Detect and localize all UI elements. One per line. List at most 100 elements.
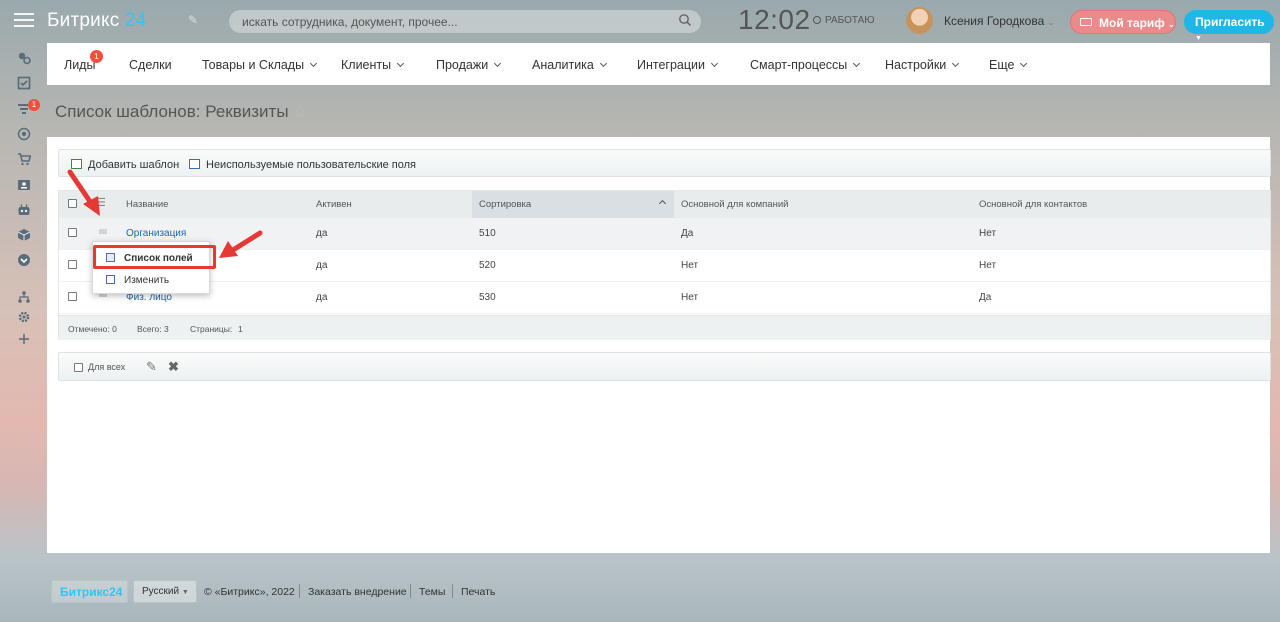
logo[interactable]: Битрикс 24 [47,10,146,32]
chevron-down-icon [1020,59,1028,68]
menu-item-deals[interactable]: Сделки [129,58,172,72]
chevron-down-icon [310,59,318,68]
plus-icon[interactable] [17,332,31,346]
row-checkbox[interactable] [68,292,77,301]
search-input[interactable]: искать сотрудника, документ, прочее... [229,10,701,33]
divider [410,584,411,598]
row-name-link[interactable]: Организация [126,228,186,239]
chevron-down-icon [952,59,960,68]
feed-icon[interactable] [17,51,31,65]
header-sort[interactable]: Сортировка [479,199,531,210]
grid-footer: Отмечено: 0 Всего: 3 Страницы: 1 [59,315,1270,340]
search-icon[interactable] [678,13,692,27]
delete-icon[interactable]: ✖ [168,359,179,375]
order-link[interactable]: Заказать внедрение [308,586,407,598]
language-label: Русский [142,586,180,597]
caret-down-icon: ▼ [1195,35,1202,42]
caret-down-icon: ▼ [181,589,189,596]
top-menu: Лиды Сделки Товары и Склады Клиенты Прод… [47,43,1270,85]
language-select[interactable]: Русский ▼ [133,580,197,603]
chevron-down-icon [397,59,405,68]
cart-icon[interactable] [17,152,31,166]
gear-icon[interactable] [17,310,31,324]
top-bar: Битрикс 24 ✎ искать сотрудника, документ… [0,0,1280,43]
themes-link[interactable]: Темы [419,586,445,598]
tasks-icon[interactable] [17,76,31,90]
hamburger-icon[interactable] [14,13,34,29]
fields-icon [189,159,200,169]
menu-label: Еще [989,58,1015,72]
menu-label: Смарт-процессы [750,58,848,72]
row-actions-icon[interactable] [99,229,107,234]
invite-label: Пригласить [1195,15,1265,29]
toolbar: Добавить шаблон Неиспользуемые пользоват… [58,149,1271,177]
menu-label: Продажи [436,58,489,72]
row-contact-default: Нет [979,260,997,271]
logo-text: Битрикс [47,10,120,31]
row-checkbox[interactable] [68,228,77,237]
unused-fields-button[interactable]: Неиспользуемые пользовательские поля [189,158,416,171]
logo-number: 24 [124,10,147,31]
avatar[interactable] [906,7,933,34]
tariff-label: Мой тариф [1099,16,1165,30]
copyright: © «Битрикс», 2022 [204,586,295,598]
structure-icon[interactable] [17,290,31,304]
group-actions-bar: Для всех ✎ ✖ [58,352,1271,381]
chevron-down-icon: ⌄ [1168,20,1175,29]
edit-menu-item[interactable]: Изменить [106,274,169,286]
unused-fields-label: Неиспользуемые пользовательские поля [206,159,417,171]
row-active: да [316,292,328,303]
target-icon[interactable] [17,127,31,141]
pencil-icon[interactable]: ✎ [188,13,198,27]
header-name[interactable]: Название [126,199,168,210]
row-contact-default: Нет [979,228,997,239]
sort-asc-icon [658,199,667,208]
search-placeholder: искать сотрудника, документ, прочее... [242,15,458,29]
box-icon[interactable] [17,228,31,242]
menu-item-smart-processes[interactable]: Смарт-процессы [750,58,861,72]
work-status[interactable]: РАБОТАЮ [813,15,874,26]
divider [299,584,300,598]
for-all-label: Для всех [88,362,126,372]
table-row[interactable]: Физ. лицо да 530 Нет Да [59,282,1270,314]
menu-item-integrations[interactable]: Интеграции [637,58,719,72]
annotation-highlight-box [93,245,216,269]
contact-card-icon[interactable] [17,178,31,192]
menu-item-settings[interactable]: Настройки [885,58,960,72]
chevron-down-icon [853,59,861,68]
menu-item-goods[interactable]: Товары и Склады [202,58,318,72]
for-all-checkbox[interactable] [74,363,83,372]
row-active: да [316,228,328,239]
star-icon[interactable]: ☆ [293,102,307,122]
menu-item-clients[interactable]: Клиенты [341,58,405,72]
header-contact-default[interactable]: Основной для контактов [979,199,1087,210]
robot-icon[interactable] [17,203,31,217]
row-contact-default: Да [979,292,992,303]
pages-label: Страницы: [190,324,233,334]
total-count: Всего: 3 [137,324,169,334]
row-company-default: Нет [681,260,699,271]
footer-logo[interactable]: Битрикс24 [51,580,128,603]
header-active[interactable]: Активен [316,199,352,210]
menu-label: Интеграции [637,58,706,72]
marked-count: Отмечено: 0 [68,324,117,334]
chevron-down-icon [710,59,719,68]
chevron-down-icon: ⌄ [1047,18,1055,27]
menu-item-sales[interactable]: Продажи [436,58,502,72]
user-menu[interactable]: Ксения Городкова ⌄ [944,14,1054,28]
user-name: Ксения Городкова [944,14,1045,28]
row-checkbox[interactable] [68,260,77,269]
menu-item-more[interactable]: Еще [989,58,1028,72]
row-company-default: Нет [681,292,699,303]
chevron-circle-icon[interactable] [17,253,31,267]
header-company-default[interactable]: Основной для компаний [681,199,788,210]
page-number[interactable]: 1 [238,324,243,334]
menu-item-analytics[interactable]: Аналитика [532,58,607,72]
clock[interactable]: 12:02 [738,4,811,36]
annotation-arrow-icon [67,169,100,216]
print-link[interactable]: Печать [461,586,495,598]
pencil-icon[interactable]: ✎ [146,359,157,375]
tariff-button[interactable]: Мой тариф ⌄ [1070,10,1176,34]
invite-button[interactable]: Пригласить ▼ [1184,10,1274,42]
page-title: Список шаблонов: Реквизиты [55,102,289,121]
